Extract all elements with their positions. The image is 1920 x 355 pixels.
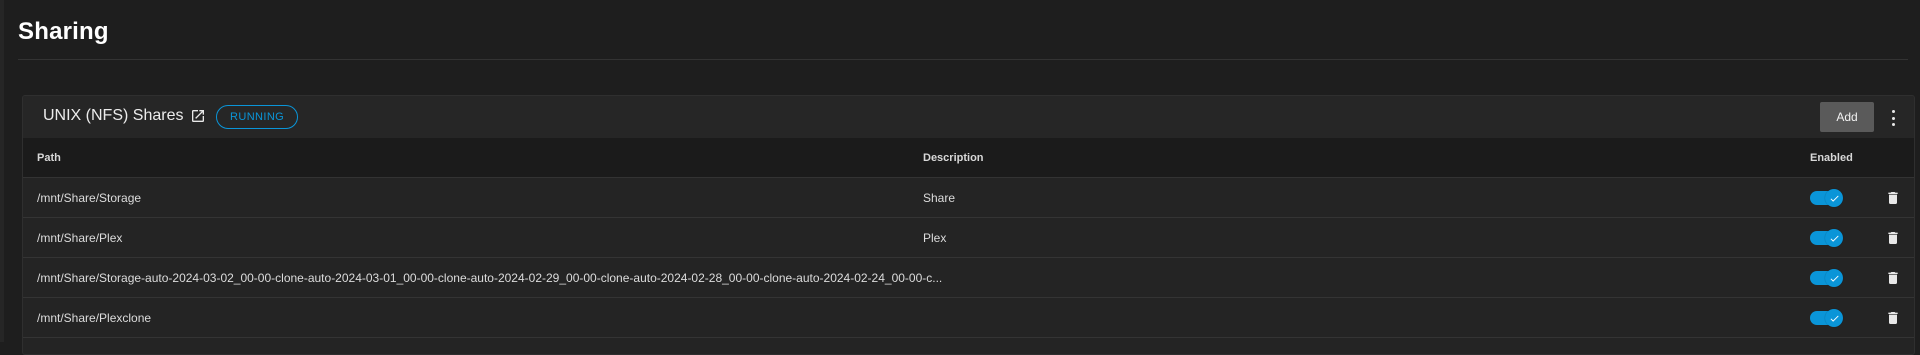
page-title: Sharing [18, 18, 109, 45]
table-row[interactable]: /mnt/Share/Storage-auto-2024-03-02_00-00… [23, 258, 1914, 298]
delete-icon[interactable] [1885, 189, 1901, 207]
open-in-new-icon[interactable] [190, 108, 206, 124]
table-row[interactable]: /mnt/Share/Storage Share [23, 178, 1914, 218]
path-cell: /mnt/Share/Plex [37, 231, 123, 245]
table-header: Path Description Enabled [23, 138, 1914, 178]
add-button[interactable]: Add [1820, 102, 1874, 132]
enabled-toggle[interactable] [1810, 309, 1843, 327]
check-icon [1825, 269, 1843, 287]
delete-icon[interactable] [1885, 269, 1901, 287]
table-row[interactable]: /mnt/Share/Plex Plex [23, 218, 1914, 258]
nfs-shares-card: UNIX (NFS) Shares RUNNING Add Path Descr… [22, 95, 1915, 355]
delete-icon[interactable] [1885, 229, 1901, 247]
delete-icon[interactable] [1885, 309, 1901, 327]
description-cell: Plex [923, 231, 947, 245]
column-header-description[interactable]: Description [923, 152, 984, 164]
path-cell: /mnt/Share/Storage [37, 191, 142, 205]
card-title-link[interactable]: UNIX (NFS) Shares [43, 107, 206, 125]
check-icon [1825, 309, 1843, 327]
sidebar-edge [0, 0, 4, 342]
column-header-path[interactable]: Path [37, 152, 61, 164]
page-header: Sharing [18, 0, 1908, 60]
enabled-toggle[interactable] [1810, 269, 1843, 287]
description-cell: Share [923, 191, 956, 205]
card-title: UNIX (NFS) Shares [43, 107, 184, 124]
enabled-toggle[interactable] [1810, 229, 1843, 247]
column-header-enabled[interactable]: Enabled [1810, 152, 1853, 164]
table-row[interactable]: /mnt/Share/Plexclone [23, 298, 1914, 338]
enabled-toggle[interactable] [1810, 189, 1843, 207]
path-cell: /mnt/Share/Storage-auto-2024-03-02_00-00… [37, 271, 943, 285]
more-vert-icon[interactable] [1885, 108, 1901, 128]
check-icon [1825, 189, 1843, 207]
path-cell: /mnt/Share/Plexclone [37, 311, 152, 325]
check-icon [1825, 229, 1843, 247]
status-badge[interactable]: RUNNING [216, 105, 299, 129]
card-header: UNIX (NFS) Shares RUNNING Add [23, 96, 1914, 138]
